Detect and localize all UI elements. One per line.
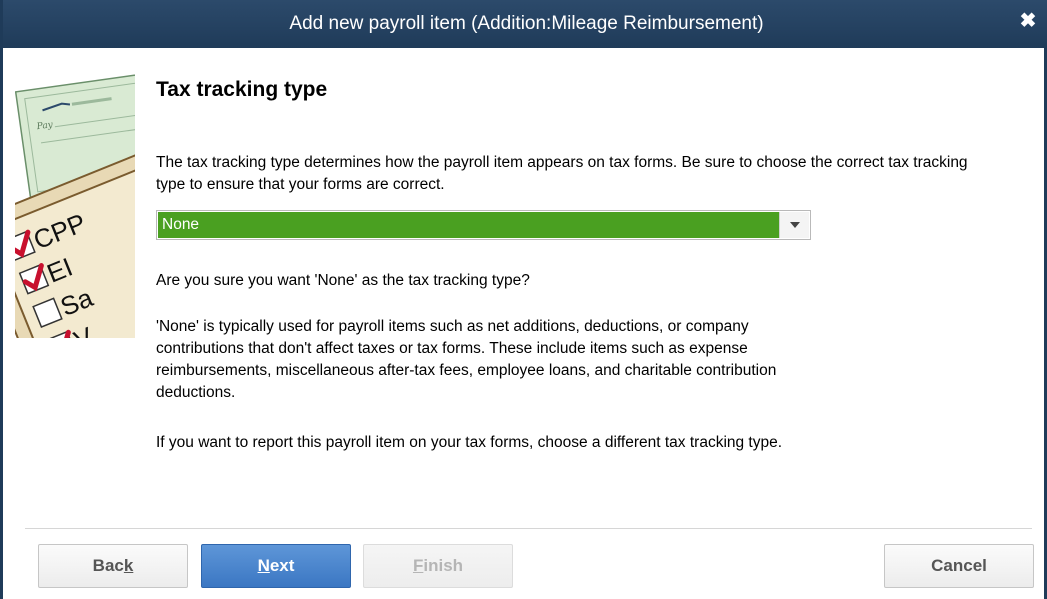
none-type-explanation: 'None' is typically used for payroll ite…: [156, 318, 777, 401]
finish-label-post: inish: [423, 556, 464, 575]
tax-tracking-type-select[interactable]: None: [156, 210, 811, 240]
cancel-button[interactable]: Cancel: [884, 544, 1034, 588]
finish-label-mnemonic: F: [412, 556, 424, 575]
title-bar[interactable]: Add new payroll item (Addition:Mileage R…: [3, 0, 1047, 48]
back-label-mnemonic: k: [123, 556, 134, 575]
next-label-mnemonic: N: [257, 556, 270, 575]
next-label-post: ext: [269, 556, 295, 575]
next-button[interactable]: Next: [201, 544, 351, 588]
selected-tax-tracking-type[interactable]: None: [158, 212, 779, 238]
tax-tracking-description: The tax tracking type determines how the…: [156, 154, 968, 193]
chevron-down-icon: [789, 222, 800, 228]
payroll-item-dialog: Add new payroll item (Addition:Mileage R…: [0, 0, 1047, 599]
back-label-pre: Bac: [92, 556, 124, 575]
different-type-advice: If you want to report this payroll item …: [156, 434, 783, 451]
tax-forms-illustration: Pay CPP EI Sa: [15, 66, 135, 338]
back-button[interactable]: Bac k: [38, 544, 188, 588]
window-title: Add new payroll item (Addition:Mileage R…: [289, 13, 764, 34]
page-title: Tax tracking type: [156, 78, 328, 101]
confirm-question: Are you sure you want 'None' as the tax …: [156, 272, 530, 289]
footer-divider: [25, 528, 1032, 529]
close-icon[interactable]: ✖: [1016, 9, 1040, 33]
finish-button[interactable]: Finish: [363, 544, 513, 588]
dropdown-arrow-button[interactable]: [779, 212, 809, 238]
